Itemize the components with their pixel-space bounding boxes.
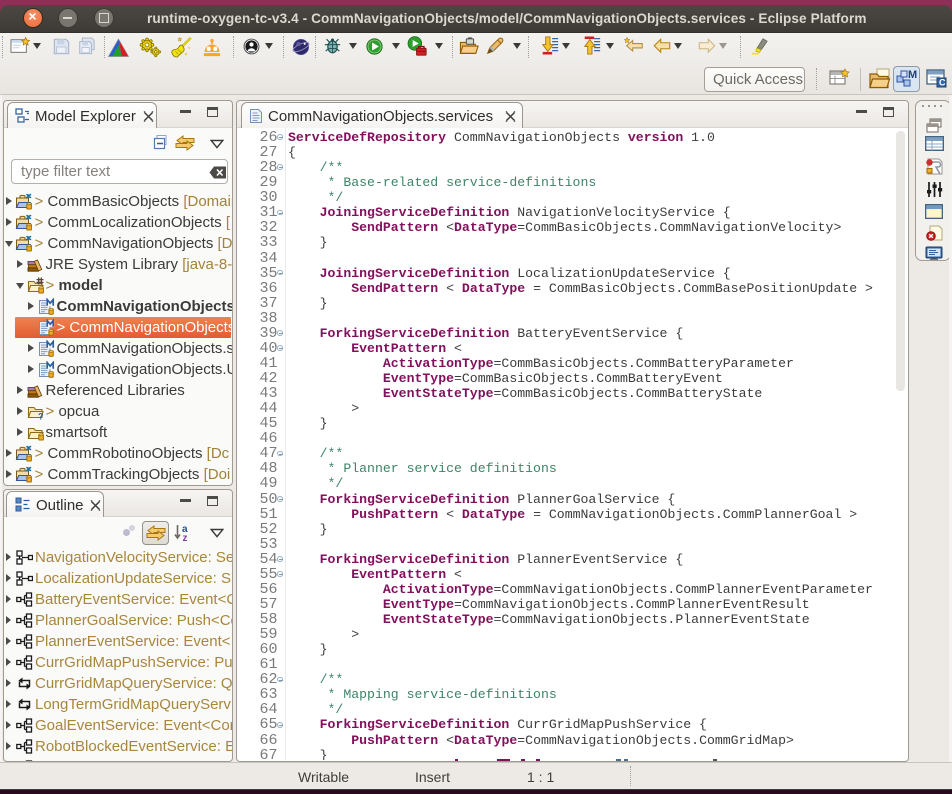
svg-text:?: ? [38, 412, 44, 422]
svg-text:C: C [939, 78, 946, 88]
svg-text:M: M [908, 69, 917, 81]
